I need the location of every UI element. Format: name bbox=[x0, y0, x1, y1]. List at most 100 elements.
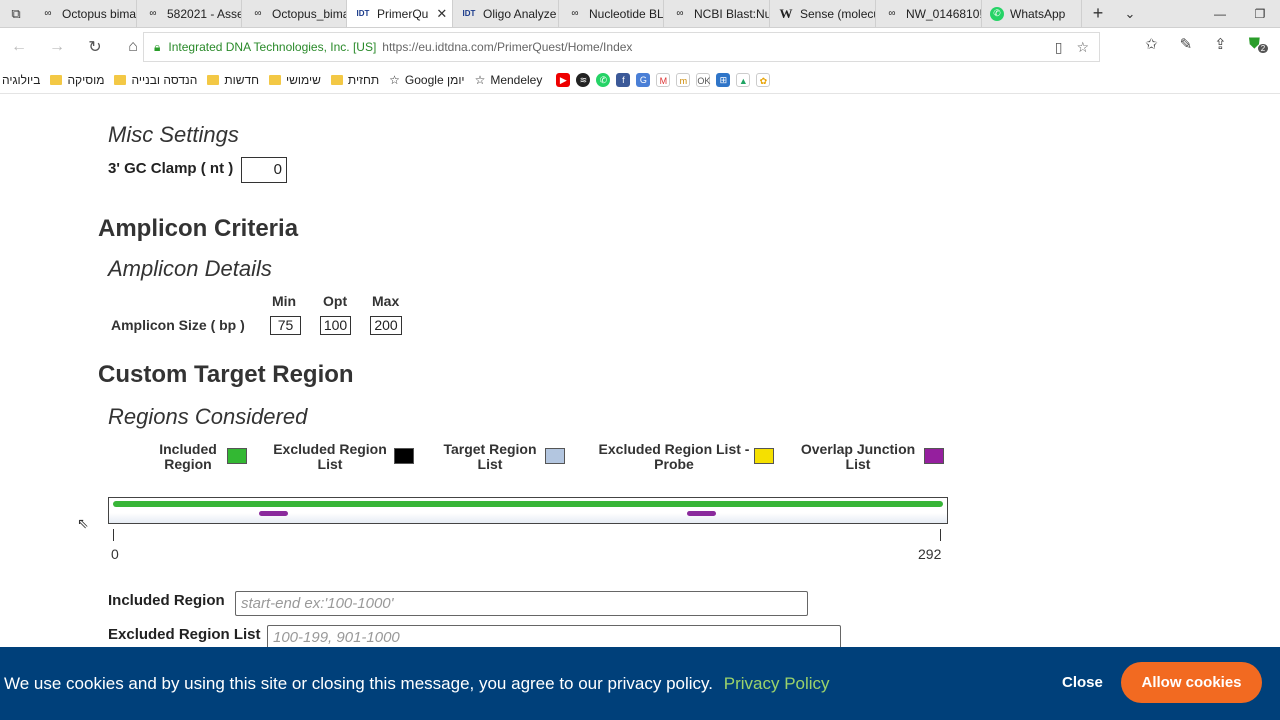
ok-icon[interactable]: OK bbox=[696, 72, 710, 87]
address-bar[interactable]: 🔒︎ Integrated DNA Technologies, Inc. [US… bbox=[143, 32, 1100, 62]
browser-tab[interactable]: ✆ WhatsApp bbox=[982, 0, 1082, 27]
region-track[interactable] bbox=[108, 497, 948, 524]
browser-tab-active[interactable]: IDT PrimerQu ✕ bbox=[347, 0, 453, 27]
overlap-junction-marker bbox=[259, 511, 288, 516]
bookmark-folder[interactable]: מוסיקה bbox=[48, 73, 112, 87]
url-text[interactable]: https://eu.idtdna.com/PrimerQuest/Home/I… bbox=[382, 40, 632, 54]
browser-tab[interactable]: ∞ 582021 - Asse bbox=[137, 0, 242, 27]
amplicon-details-heading: Amplicon Details bbox=[108, 256, 272, 281]
legend-swatch-target bbox=[545, 448, 565, 464]
amplicon-max-input[interactable]: 200 bbox=[370, 316, 402, 335]
excluded-region-label: Excluded Region List bbox=[108, 626, 261, 643]
allow-cookies-button[interactable]: Allow cookies bbox=[1121, 662, 1262, 703]
max-column-header: Max bbox=[372, 293, 400, 309]
reading-view-icon[interactable]: ▯ bbox=[1055, 39, 1063, 56]
bookmark-label: הנדסה ובנייה bbox=[131, 72, 198, 87]
translate-icon[interactable]: G bbox=[636, 72, 651, 87]
back-icon[interactable]: ← bbox=[0, 38, 38, 56]
whatsapp-icon[interactable]: ✆ bbox=[596, 72, 611, 87]
tab-actions-icon[interactable]: ⧉ bbox=[0, 0, 32, 27]
tab-label: Octopus_bima bbox=[272, 6, 347, 21]
refresh-icon[interactable]: ↻ bbox=[76, 37, 114, 57]
lock-icon: 🔒︎ bbox=[154, 39, 161, 54]
extension-shield-icon[interactable]: ⛊ 2 bbox=[1249, 35, 1269, 53]
tab-label: Oligo Analyze bbox=[483, 6, 557, 21]
amplicon-opt-input[interactable]: 100 bbox=[320, 316, 351, 335]
amplicon-min-input[interactable]: 75 bbox=[270, 316, 301, 335]
browser-tab[interactable]: ∞ NCBI Blast:Nu bbox=[664, 0, 770, 27]
pen-icon[interactable]: ✎ bbox=[1180, 35, 1193, 53]
mouse-cursor-icon: ⇖ bbox=[77, 515, 89, 531]
min-column-header: Min bbox=[272, 293, 297, 309]
google-drive-icon[interactable]: ▲ bbox=[736, 72, 751, 87]
favorites-hub-icon[interactable]: ✩ bbox=[1145, 35, 1158, 53]
legend-swatch-included bbox=[227, 448, 247, 464]
browser-tab[interactable]: W Sense (molecu bbox=[770, 0, 876, 27]
legend-swatch-excluded bbox=[394, 448, 414, 464]
photos-icon[interactable]: ✿ bbox=[756, 72, 771, 87]
tab-label: NCBI Blast:Nu bbox=[694, 6, 770, 21]
restore-icon[interactable]: ❐ bbox=[1240, 0, 1280, 28]
bookmark-folder[interactable]: ביולוגיה bbox=[0, 73, 48, 87]
share-icon[interactable]: ⇪ bbox=[1214, 35, 1227, 53]
new-tab-icon[interactable]: + bbox=[1082, 0, 1114, 27]
chevron-down-icon[interactable]: ⌄ bbox=[1114, 0, 1146, 27]
grid-app-icon[interactable]: ⊞ bbox=[716, 72, 731, 87]
favorite-star-icon[interactable]: ☆ bbox=[1076, 39, 1089, 56]
browser-tab[interactable]: ∞ Nucleotide BL bbox=[559, 0, 664, 27]
bookmark-label: Mendeley bbox=[490, 72, 543, 87]
tab-label: WhatsApp bbox=[1010, 6, 1066, 21]
link-icon: ∞ bbox=[254, 8, 262, 19]
privacy-policy-link[interactable]: Privacy Policy bbox=[724, 674, 830, 693]
thesaurus-icon[interactable]: m bbox=[676, 72, 691, 87]
cookie-text: We use cookies and by using this site or… bbox=[4, 674, 714, 693]
cookie-banner: We use cookies and by using this site or… bbox=[0, 647, 1280, 720]
tab-label: Sense (molecu bbox=[800, 6, 876, 21]
bookmark-link[interactable]: ☆ Mendeley bbox=[473, 73, 551, 87]
axis-end-label: 292 bbox=[918, 546, 942, 562]
youtube-icon[interactable]: ▶ bbox=[556, 72, 571, 87]
bookmark-folder[interactable]: שימושי bbox=[267, 73, 329, 87]
browser-tab[interactable]: ∞ Octopus bima bbox=[32, 0, 137, 27]
folder-icon bbox=[50, 74, 63, 85]
browser-tab[interactable]: ∞ NW_0146810! bbox=[876, 0, 982, 27]
link-icon: ∞ bbox=[149, 8, 157, 19]
bookmarks-bar: ביולוגיה מוסיקה הנדסה ובנייה חדשות שימוש… bbox=[0, 66, 1280, 94]
facebook-icon[interactable]: f bbox=[616, 72, 631, 87]
star-icon: ☆ bbox=[474, 72, 486, 87]
legend-swatch-overlap-junction bbox=[924, 448, 944, 464]
star-icon: ☆ bbox=[389, 72, 400, 87]
bookmark-folder[interactable]: הנדסה ובנייה bbox=[112, 73, 205, 87]
bookmark-label: ביולוגיה bbox=[2, 72, 41, 87]
tab-label: 582021 - Asse bbox=[167, 6, 242, 21]
minimize-icon[interactable]: — bbox=[1200, 0, 1240, 28]
idt-icon: IDT bbox=[462, 9, 476, 18]
included-region-input[interactable]: start-end ex:'100-1000' bbox=[235, 591, 808, 616]
browser-tab[interactable]: IDT Oligo Analyze bbox=[453, 0, 559, 27]
folder-icon bbox=[330, 74, 343, 85]
tab-label: Octopus bima bbox=[62, 6, 137, 21]
bookmark-label: Google יומן bbox=[404, 72, 465, 87]
gmail-icon[interactable]: M bbox=[656, 72, 671, 87]
bookmark-label: חדשות bbox=[224, 72, 260, 87]
forward-icon[interactable]: → bbox=[38, 38, 76, 56]
bookmark-link[interactable]: ☆ Google יומן bbox=[387, 73, 472, 87]
legend-label-overlap-junction: Overlap Junction List bbox=[800, 441, 916, 472]
badge-count: 2 bbox=[1257, 44, 1269, 53]
gc-clamp-label: 3' GC Clamp ( nt ) bbox=[108, 160, 234, 177]
browser-tab[interactable]: ∞ Octopus_bima bbox=[242, 0, 347, 27]
tab-label: Nucleotide BL bbox=[589, 6, 664, 21]
legend-label-included: Included Region bbox=[159, 441, 217, 472]
gc-clamp-input[interactable]: 0 bbox=[241, 157, 287, 183]
bookmark-label: שימושי bbox=[286, 72, 321, 87]
axis-end-tick bbox=[940, 529, 941, 541]
link-icon: ∞ bbox=[571, 8, 579, 19]
window-controls: — ❐ bbox=[1200, 0, 1280, 28]
close-tab-icon[interactable]: ✕ bbox=[436, 6, 447, 22]
bookmark-folder[interactable]: חדשות bbox=[205, 73, 267, 87]
bookmark-folder[interactable]: תחזית bbox=[329, 73, 387, 87]
spotify-icon[interactable]: ≋ bbox=[576, 72, 591, 87]
link-icon: ∞ bbox=[44, 8, 52, 19]
cookie-close-button[interactable]: Close bbox=[1062, 674, 1103, 691]
bookmark-icon-row: ▶ ≋ ✆ f G M m OK ⊞ ▲ ✿ bbox=[556, 72, 771, 87]
